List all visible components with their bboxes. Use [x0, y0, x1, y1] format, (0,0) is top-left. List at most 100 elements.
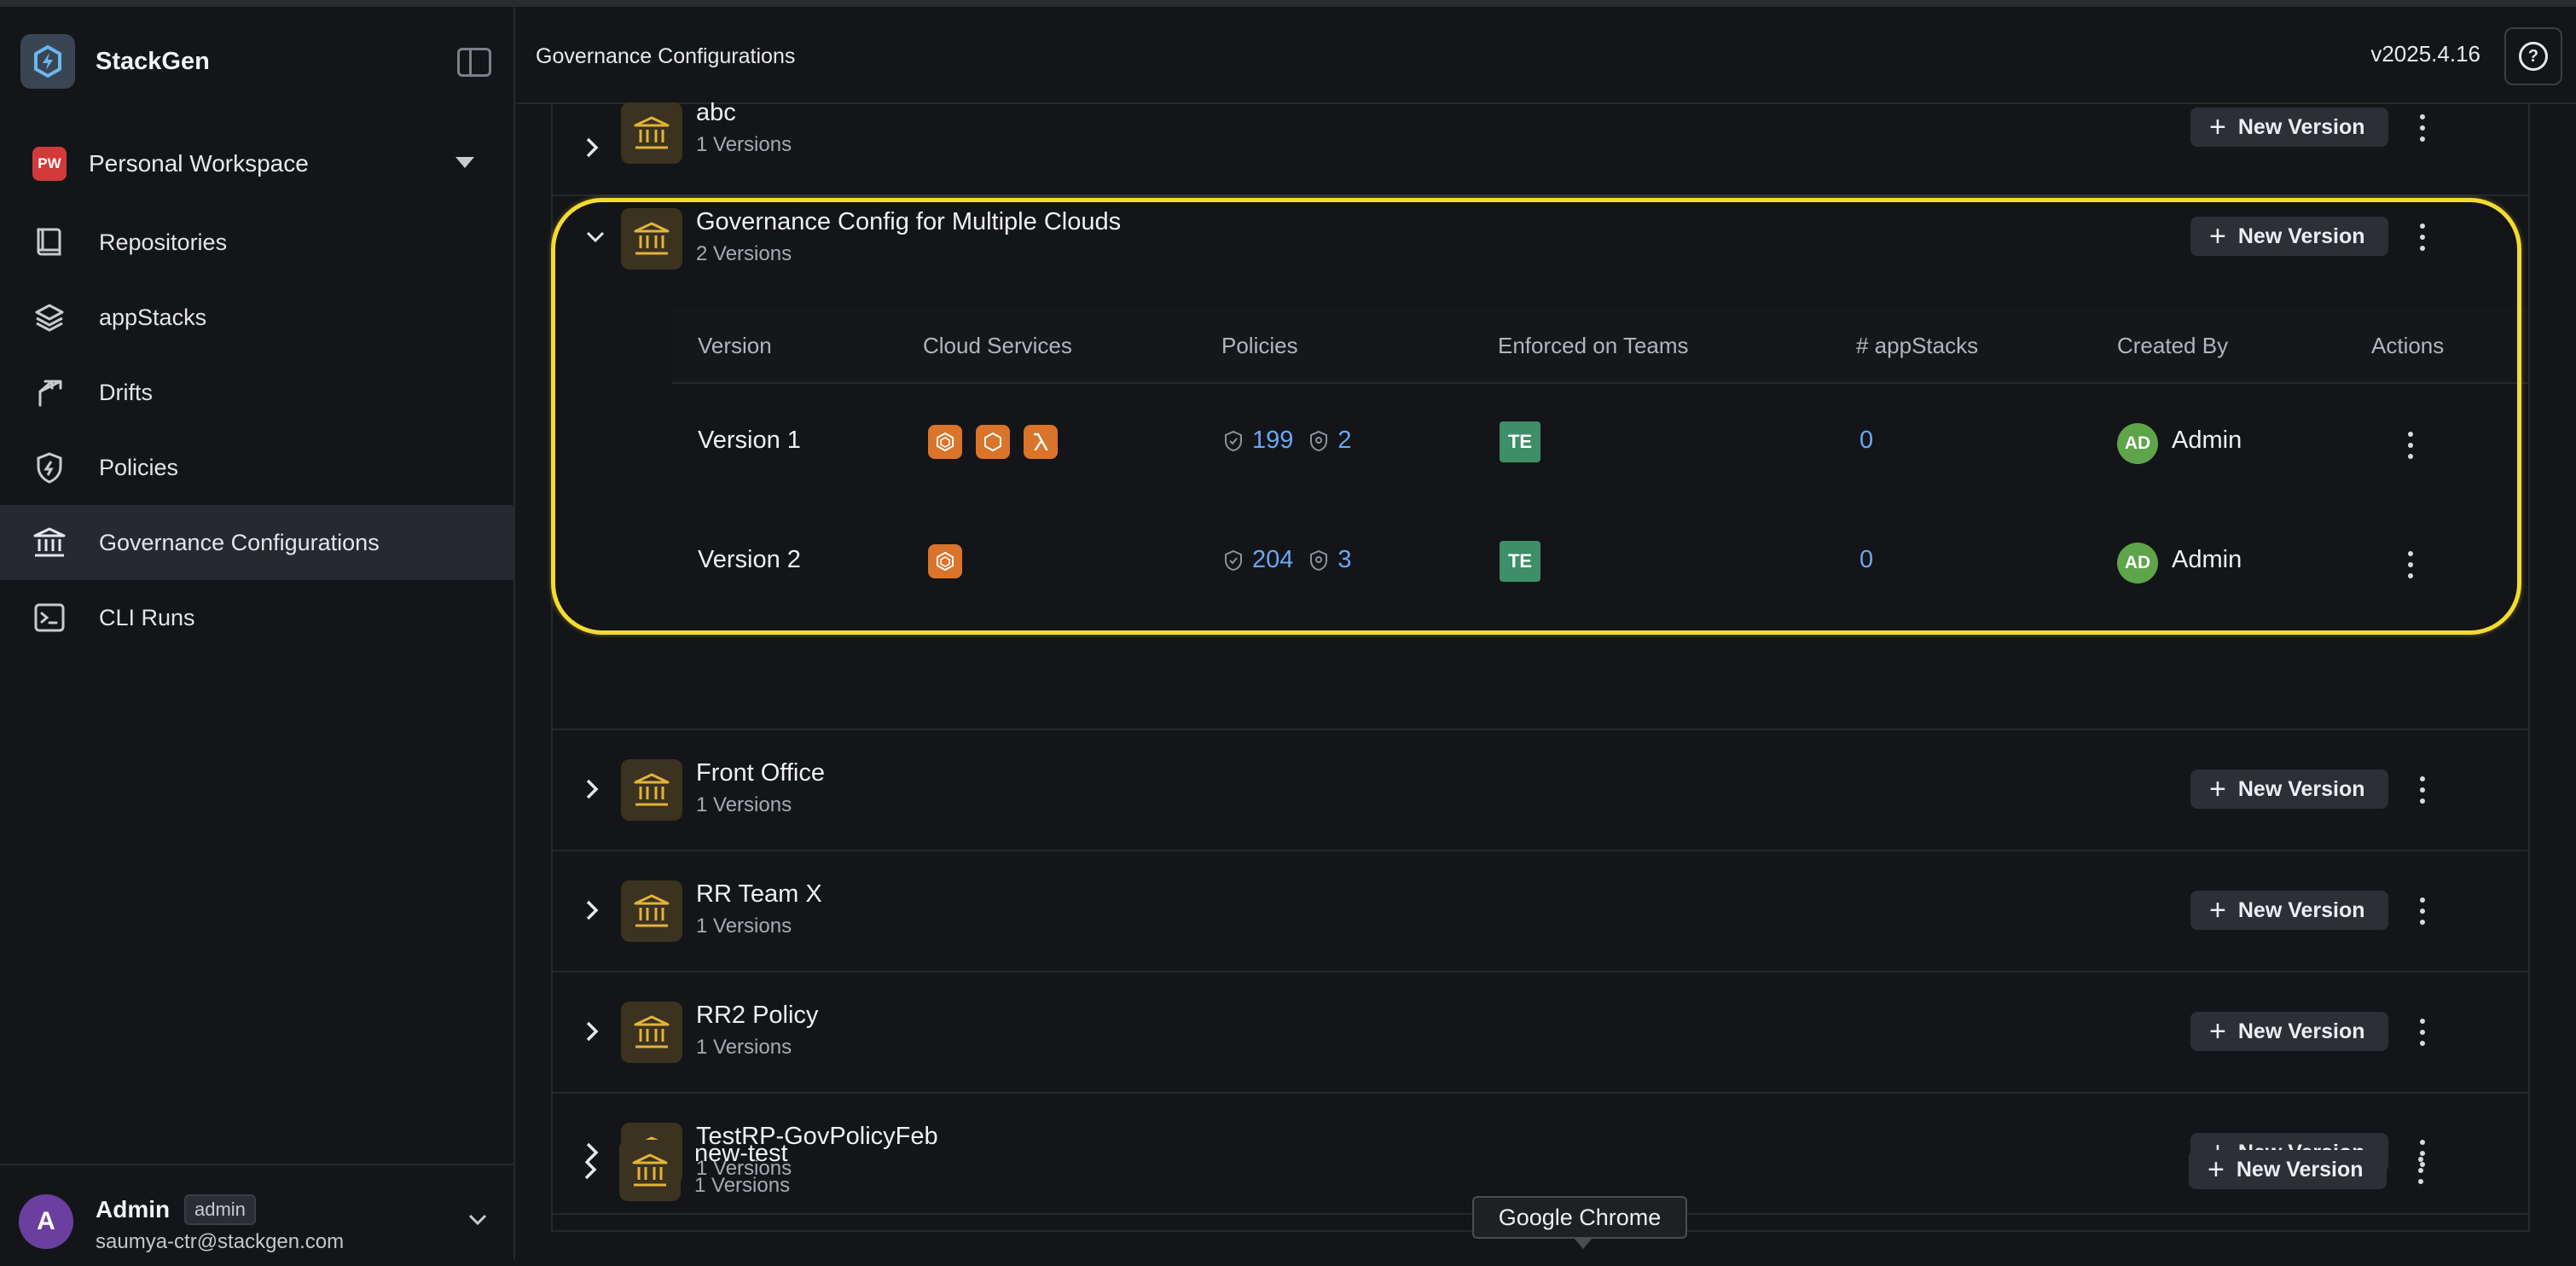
brand-name: StackGen — [96, 47, 210, 75]
config-row[interactable]: Front Office 1 Versions + New Version — [553, 730, 2528, 851]
bank-icon — [619, 1140, 681, 1201]
table-row[interactable]: Version 2 204 3 TE 0 AD Admin — [672, 505, 2528, 624]
plus-icon: + — [2208, 1153, 2225, 1186]
versions-table-header: Version Cloud Services Policies Enforced… — [672, 307, 2528, 384]
more-options-icon[interactable] — [2400, 548, 2421, 582]
sidebar-item-appstacks[interactable]: appStacks — [0, 280, 513, 355]
shield-check-icon — [1225, 430, 1242, 451]
version-name[interactable]: Version 2 — [698, 546, 801, 574]
sidebar-toggle-icon[interactable] — [457, 48, 491, 77]
chevron-down-icon[interactable] — [467, 1213, 488, 1231]
user-email: saumya-ctr@stackgen.com — [96, 1230, 345, 1253]
config-version-count: 1 Versions — [696, 1036, 792, 1059]
workspace-name: Personal Workspace — [89, 150, 309, 177]
avatar: A — [19, 1194, 73, 1249]
chevron-right-icon[interactable] — [585, 778, 599, 804]
bank-icon — [621, 1002, 682, 1063]
sidebar-item-label: CLI Runs — [99, 604, 195, 630]
config-name[interactable]: abc — [696, 99, 736, 127]
more-options-icon[interactable] — [2412, 894, 2433, 928]
sidebar: StackGen PW Personal Workspace Repositor… — [0, 7, 515, 1259]
plus-icon: + — [2209, 773, 2226, 805]
config-name[interactable]: Governance Config for Multiple Clouds — [696, 208, 1121, 236]
sidebar-item-label: Drifts — [99, 379, 153, 405]
chevron-right-icon[interactable] — [583, 1159, 597, 1185]
new-version-button[interactable]: +New Version — [2189, 1150, 2387, 1189]
appstacks-count[interactable]: 0 — [1859, 427, 1873, 455]
version-name[interactable]: Version 1 — [698, 427, 801, 455]
window-top-edge — [0, 0, 2576, 7]
more-options-icon[interactable] — [2411, 1153, 2431, 1188]
new-version-button[interactable]: +New Version — [2190, 217, 2388, 256]
chevron-right-icon[interactable] — [585, 136, 599, 163]
appstacks-count[interactable]: 0 — [1859, 546, 1873, 574]
team-badge[interactable]: TE — [1500, 421, 1540, 462]
config-name[interactable]: Front Office — [696, 759, 825, 787]
chevron-down-icon[interactable] — [585, 230, 606, 248]
book-icon — [32, 225, 67, 259]
config-row[interactable]: abc 1 Versions + New Version — [553, 99, 2528, 196]
config-version-count: 1 Versions — [696, 915, 792, 938]
team-badge[interactable]: TE — [1500, 541, 1540, 582]
chevron-right-icon[interactable] — [585, 1020, 599, 1047]
aws-service-icon — [928, 544, 962, 578]
sidebar-item-label: appStacks — [99, 304, 207, 330]
column-header: Actions — [2371, 333, 2445, 358]
bank-icon — [621, 208, 682, 270]
new-version-button[interactable]: +New Version — [2190, 1012, 2388, 1051]
sidebar-item-repositories[interactable]: Repositories — [0, 205, 513, 280]
config-row-expanded: Governance Config for Multiple Clouds 2 … — [553, 196, 2528, 730]
avatar: AD — [2117, 543, 2158, 584]
more-options-icon[interactable] — [2412, 111, 2433, 145]
column-header: Version — [698, 333, 772, 358]
bank-icon — [621, 102, 682, 164]
workspace-badge: PW — [32, 147, 67, 181]
bank-icon — [621, 880, 682, 942]
column-header: Created By — [2117, 333, 2229, 358]
config-name[interactable]: RR Team X — [696, 880, 822, 909]
user-name: Admin — [96, 1196, 171, 1222]
config-row[interactable]: RR2 Policy 1 Versions + New Version — [553, 973, 2528, 1094]
chevron-right-icon[interactable] — [585, 899, 599, 926]
sidebar-item-label: Policies — [99, 454, 179, 480]
more-options-icon[interactable] — [2400, 428, 2421, 462]
sidebar-item-cli-runs[interactable]: CLI Runs — [0, 580, 513, 655]
column-header: # appStacks — [1856, 333, 1979, 358]
policy-count[interactable]: 204 3 — [1223, 546, 1352, 574]
sidebar-item-policies[interactable]: Policies — [0, 430, 513, 505]
table-row[interactable]: Version 1 199 2 TE 0 AD Admin — [672, 386, 2528, 505]
taskbar-tooltip: Google Chrome — [1472, 1196, 1687, 1249]
bank-icon — [32, 526, 67, 560]
policy-count[interactable]: 199 2 — [1223, 427, 1352, 455]
sidebar-item-governance-configurations[interactable]: Governance Configurations — [0, 505, 513, 580]
aws-service-icon — [928, 425, 962, 459]
creator-name: Admin — [2172, 546, 2242, 573]
new-version-button[interactable]: +New Version — [2190, 769, 2388, 809]
governance-list: abc 1 Versions + New Version Governance C… — [551, 99, 2530, 1232]
user-menu[interactable]: A Admin admin saumya-ctr@stackgen.com — [0, 1164, 513, 1266]
more-options-icon[interactable] — [2412, 1015, 2433, 1049]
plus-icon: + — [2209, 894, 2226, 926]
new-version-button[interactable]: +New Version — [2190, 107, 2388, 147]
sidebar-item-drifts[interactable]: Drifts — [0, 355, 513, 430]
config-version-count: 1 Versions — [696, 793, 792, 816]
config-version-count: 2 Versions — [696, 242, 792, 265]
config-name[interactable]: new-test — [694, 1140, 788, 1168]
config-name[interactable]: RR2 Policy — [696, 1002, 818, 1030]
more-options-icon[interactable] — [2412, 220, 2433, 254]
shield-icon — [32, 450, 67, 485]
more-options-icon[interactable] — [2412, 773, 2433, 807]
new-version-button[interactable]: +New Version — [2190, 891, 2388, 930]
creator-name: Admin — [2172, 427, 2242, 454]
top-header: Governance Configurations v2025.4.16 ? — [515, 7, 2576, 104]
rule-shield-icon — [1310, 549, 1328, 571]
plus-icon: + — [2209, 1015, 2226, 1048]
brand[interactable]: StackGen — [20, 29, 210, 94]
rule-shield-icon — [1310, 430, 1328, 451]
branch-icon — [32, 375, 67, 409]
sidebar-item-label: Repositories — [99, 229, 228, 255]
aws-service-icon — [976, 425, 1010, 459]
help-button[interactable]: ? — [2504, 27, 2562, 85]
workspace-selector[interactable]: PW Personal Workspace — [32, 135, 484, 193]
config-row[interactable]: RR Team X 1 Versions + New Version — [553, 851, 2528, 973]
